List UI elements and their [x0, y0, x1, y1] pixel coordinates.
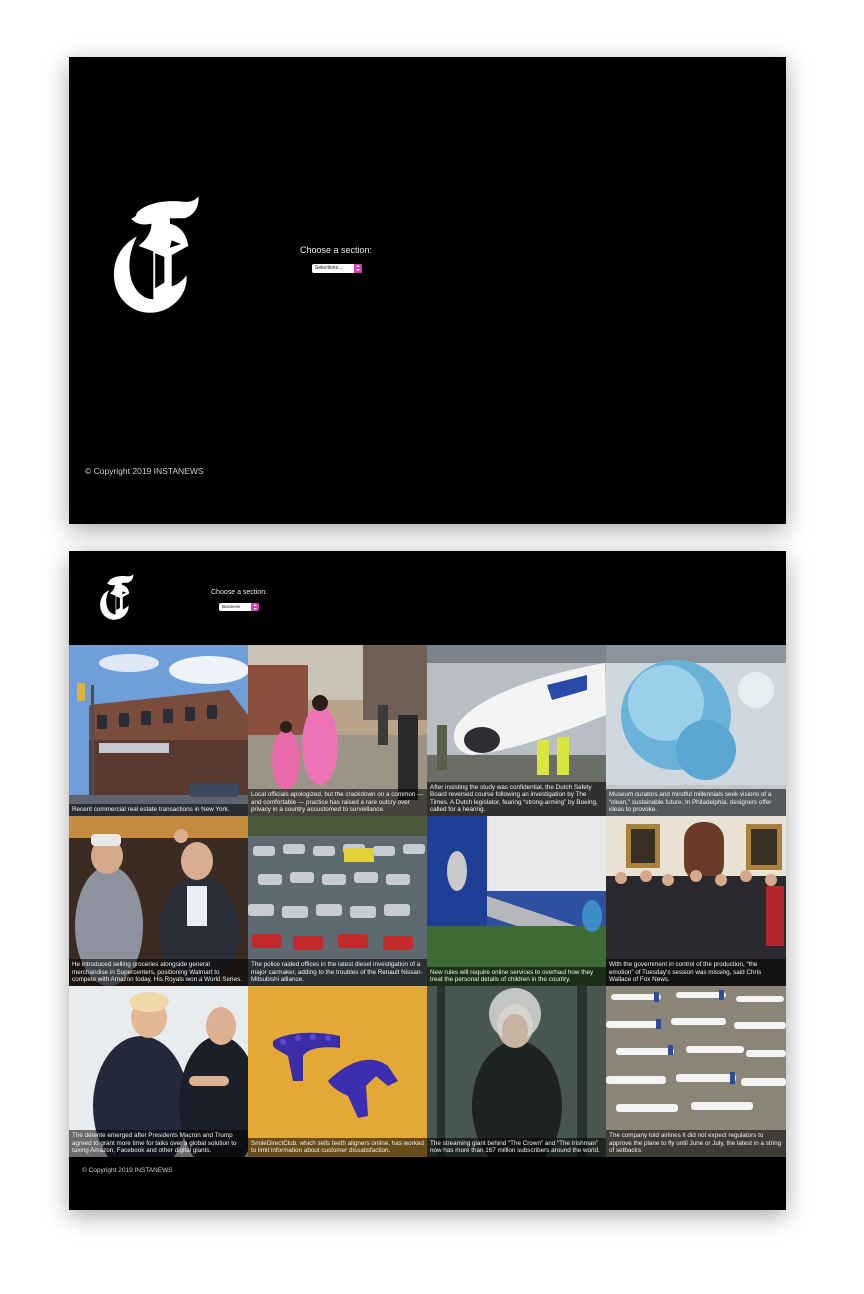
- copyright: © Copyright 2019 INSTANEWS: [85, 466, 204, 476]
- nyt-logo[interactable]: [99, 573, 135, 622]
- nyt-logo[interactable]: [111, 194, 203, 318]
- article-caption: The company told airlines it did not exp…: [606, 1130, 786, 1157]
- article-image: [248, 986, 427, 1157]
- article-caption: The streaming giant behind “The Crown” a…: [427, 1137, 606, 1157]
- article-caption: The détente emerged after Presidents Mac…: [69, 1130, 248, 1157]
- article-tile[interactable]: With the government in control of the pr…: [606, 816, 786, 986]
- section-select[interactable]: Business: [219, 603, 259, 611]
- article-caption: SmileDirectClub, which sells teeth align…: [248, 1137, 427, 1157]
- article-image: [427, 816, 606, 986]
- article-tile[interactable]: The company told airlines it did not exp…: [606, 986, 786, 1157]
- home-screen: Choose a section: Selections... © Copyri…: [69, 57, 786, 524]
- select-value: Business: [222, 604, 241, 609]
- select-value: Selections...: [315, 265, 343, 271]
- article-caption: New rules will require online services t…: [427, 966, 606, 986]
- article-tile[interactable]: Local officials apologized, but the crac…: [248, 645, 427, 816]
- article-image: [69, 645, 248, 816]
- article-tile[interactable]: Museum curators and mindful millennials …: [606, 645, 786, 816]
- article-tile[interactable]: He introduced selling groceries alongsid…: [69, 816, 248, 986]
- copyright: © Copyright 2019 INSTANEWS: [82, 1167, 173, 1174]
- article-tile[interactable]: New rules will require online services t…: [427, 816, 606, 986]
- article-tile[interactable]: After insisting the study was confidenti…: [427, 645, 606, 816]
- results-screen: Choose a section: Business Recent commer…: [69, 551, 786, 1210]
- article-tile[interactable]: The streaming giant behind “The Crown” a…: [427, 986, 606, 1157]
- article-caption: The police raided offices in the latest …: [248, 959, 427, 986]
- article-tile[interactable]: Recent commercial real estate transactio…: [69, 645, 248, 816]
- article-image: [427, 986, 606, 1157]
- section-label: Choose a section:: [211, 589, 268, 596]
- article-caption: He introduced selling groceries alongsid…: [69, 959, 248, 986]
- article-tile[interactable]: SmileDirectClub, which sells teeth align…: [248, 986, 427, 1157]
- nyt-t-icon: [100, 574, 134, 620]
- section-select[interactable]: Selections...: [312, 264, 362, 273]
- article-caption: Local officials apologized, but the crac…: [248, 789, 427, 816]
- article-caption: Recent commercial real estate transactio…: [69, 804, 248, 816]
- section-label: Choose a section:: [300, 245, 373, 255]
- chevron-updown-icon: [354, 264, 362, 273]
- chevron-updown-icon: [251, 603, 259, 611]
- article-tile[interactable]: The détente emerged after Presidents Mac…: [69, 986, 248, 1157]
- article-caption: With the government in control of the pr…: [606, 959, 786, 986]
- article-tile[interactable]: The police raided offices in the latest …: [248, 816, 427, 986]
- nyt-t-icon: [113, 196, 199, 313]
- article-caption: After insisting the study was confidenti…: [427, 781, 606, 816]
- article-caption: Museum curators and mindful millennials …: [606, 789, 786, 816]
- article-grid: Recent commercial real estate transactio…: [69, 645, 786, 1157]
